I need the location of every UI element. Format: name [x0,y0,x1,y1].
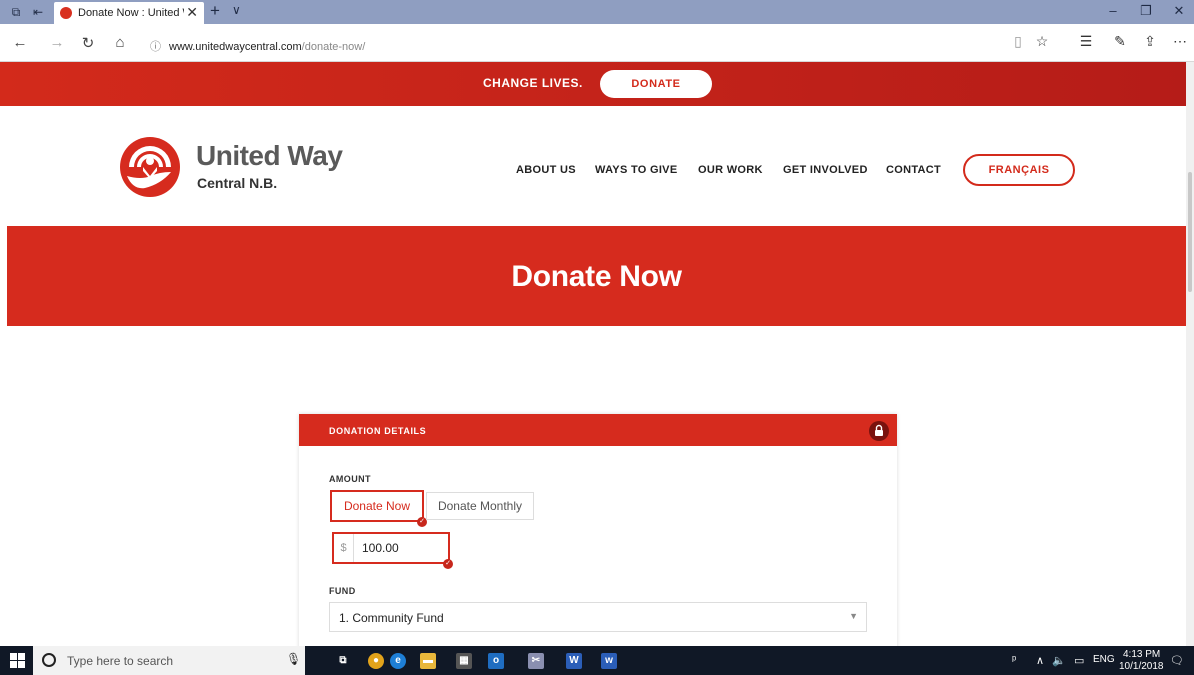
url-path: /donate-now/ [301,41,366,53]
show-tabs-icon[interactable]: ⇤ [30,4,46,20]
forward-arrow-icon[interactable]: → [47,34,67,51]
hero-banner: Donate Now [7,226,1186,326]
nav-get-involved[interactable]: GET INVOLVED [783,164,868,176]
file-explorer-icon[interactable]: ▬ [420,653,436,669]
browser-tab-donate[interactable]: Donate Now : United W ✕ [54,2,204,24]
windows-start-icon[interactable] [10,653,25,668]
refresh-icon[interactable]: ↻ [78,34,98,52]
taskbar-search-box[interactable]: Type here to search 🎙 [33,646,305,675]
logo-wordmark: United Way [196,140,343,171]
minimize-button[interactable]: – [1098,3,1128,18]
volume-icon[interactable]: 🔈 [1052,654,1066,667]
donate-monthly-option[interactable]: Donate Monthly [426,492,534,520]
fund-label: FUND [329,586,356,596]
donate-now-option[interactable]: Donate Now [330,490,424,522]
fund-select[interactable]: 1. Community Fund ▼ [329,602,867,632]
page-scrollbar[interactable] [1186,62,1194,646]
chrome-icon[interactable]: ● [368,653,384,669]
calculator-icon[interactable]: ▦ [456,653,472,669]
section-title: DONATION DETAILS [329,426,427,436]
cortana-icon [42,653,56,667]
clock-date[interactable]: 10/1/2018 [1119,661,1164,672]
task-view-icon[interactable]: ⧉ [335,653,351,669]
change-lives-tagline: CHANGE LIVES. [483,76,583,90]
valid-check-icon: ✓ [443,559,453,569]
currency-symbol: $ [334,534,354,562]
microphone-icon[interactable]: 🎙 [286,652,301,666]
site-header: United Way Central N.B. ABOUT US WAYS TO… [0,106,1186,226]
back-arrow-icon[interactable]: ← [10,34,30,51]
windows-taskbar: Type here to search 🎙 ⧉ ● e ▬ ▦ o ✂ W w … [0,646,1194,675]
close-window-button[interactable]: ✕ [1164,3,1194,19]
people-icon[interactable]: ᵖ [1012,654,1016,666]
action-center-icon[interactable]: 🗨 [1170,654,1184,667]
nav-our-work[interactable]: OUR WORK [698,164,763,176]
dropdown-arrow-icon: ▼ [849,611,858,621]
snipping-tool-icon[interactable]: ✂ [528,653,544,669]
favorite-star-icon[interactable]: ☆ [1032,33,1052,50]
more-menu-icon[interactable]: ⋯ [1170,33,1190,50]
lock-icon [869,421,889,441]
web-page: CHANGE LIVES. DONATE United Way Central … [0,62,1186,646]
nav-contact[interactable]: CONTACT [886,164,941,176]
tab-title: Donate Now : United W [78,7,184,19]
browser-tab-bar: ⧉ ⇤ Donate Now : United W ✕ + ∨ – ❐ ✕ [0,0,1194,24]
web-notes-pen-icon[interactable]: ✎ [1110,33,1130,50]
show-hidden-icons-chevron-icon[interactable]: ∧ [1036,654,1044,667]
input-language[interactable]: ENG [1093,654,1115,665]
address-input[interactable]: ⓘ www.unitedwaycentral.com/donate-now/ [150,38,365,54]
amount-value: 100.00 [362,541,399,555]
restore-button[interactable]: ❐ [1131,3,1161,19]
logo-subtitle: Central N.B. [197,175,278,191]
tabs-aside-icon[interactable]: ⧉ [8,4,24,20]
clock-time[interactable]: 4:13 PM [1123,649,1160,660]
search-placeholder: Type here to search [67,654,174,668]
word-icon[interactable]: W [566,653,582,669]
share-icon[interactable]: ⇪ [1140,33,1160,50]
address-toolbar: ← → ↻ ⌂ ⓘ www.unitedwaycentral.com/donate… [0,24,1194,62]
tab-close-icon[interactable]: ✕ [186,4,198,21]
top-donate-band: CHANGE LIVES. DONATE [0,62,1186,106]
network-icon[interactable]: ▭ [1074,654,1084,667]
edge-icon[interactable]: e [390,653,406,669]
top-donate-button[interactable]: DONATE [600,70,712,98]
united-way-favicon-icon [60,7,72,19]
reading-view-icon[interactable]: ▯ [1008,33,1028,50]
home-icon[interactable]: ⌂ [110,34,130,51]
site-info-icon[interactable]: ⓘ [150,41,161,53]
page-title: Donate Now [511,260,682,293]
nav-about-us[interactable]: ABOUT US [516,164,576,176]
url-domain: www.unitedwaycentral.com [169,41,302,53]
scrollbar-thumb[interactable] [1188,172,1192,292]
nav-ways-to-give[interactable]: WAYS TO GIVE [595,164,677,176]
outlook-icon[interactable]: o [488,653,504,669]
fund-selected-value: 1. Community Fund [339,611,444,625]
donation-details-header: DONATION DETAILS [299,414,897,446]
word-document-icon[interactable]: w [601,653,617,669]
language-toggle-button[interactable]: FRANÇAIS [963,154,1075,186]
donation-form-card: DONATION DETAILS AMOUNT Donate Now ✓ Don… [299,414,897,646]
new-tab-button[interactable]: + [210,1,220,21]
favorites-hub-icon[interactable]: ☰ [1076,33,1096,50]
amount-input[interactable]: $ 100.00 [332,532,450,564]
amount-label: AMOUNT [329,474,371,484]
united-way-logo-icon[interactable] [119,136,181,198]
tab-preview-chevron-icon[interactable]: ∨ [232,3,241,17]
